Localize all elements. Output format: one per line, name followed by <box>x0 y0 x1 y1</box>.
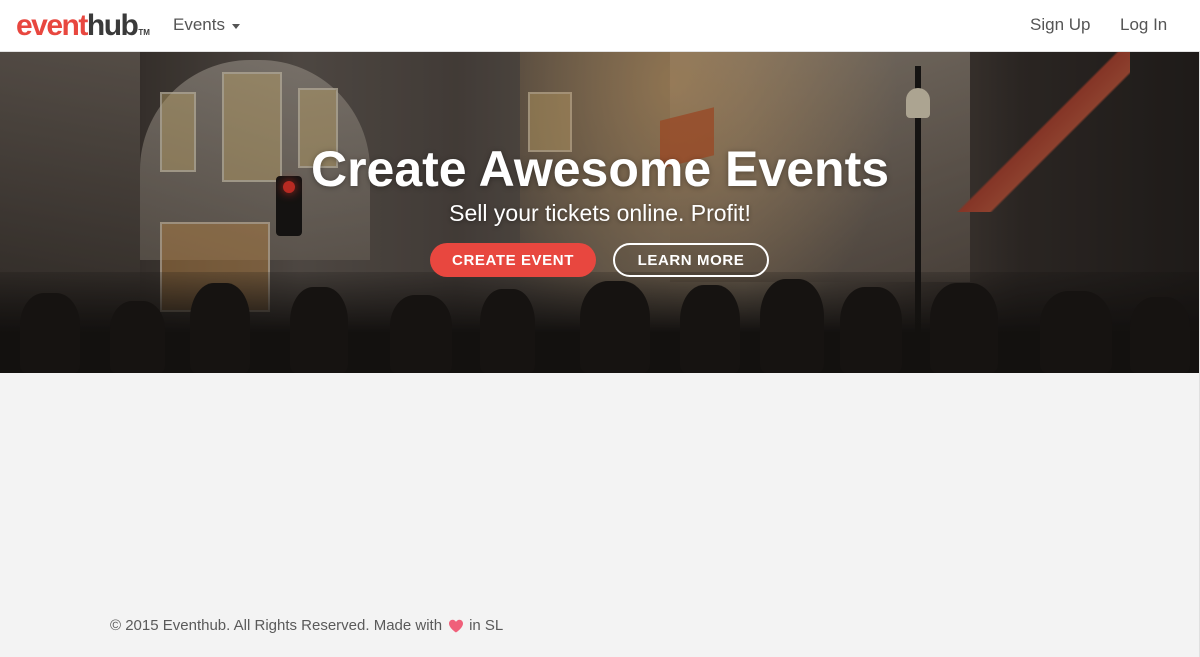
footer-copyright: © 2015 Eventhub. All Rights Reserved. Ma… <box>110 617 443 634</box>
learn-more-button[interactable]: LEARN MORE <box>613 243 769 277</box>
log-in-link[interactable]: Log In <box>1120 15 1167 35</box>
footer: © 2015 Eventhub. All Rights Reserved. Ma… <box>110 617 503 634</box>
logo-trademark: TM <box>138 28 150 37</box>
sign-up-link[interactable]: Sign Up <box>1030 15 1090 35</box>
events-dropdown[interactable]: Events <box>173 15 240 35</box>
hero-title: Create Awesome Events <box>310 141 890 197</box>
hero-subtitle: Sell your tickets online. Profit! <box>449 200 751 226</box>
events-dropdown-label: Events <box>173 15 225 34</box>
navbar: event hub TM Events Sign Up Log In <box>0 0 1200 52</box>
create-event-button[interactable]: CREATE EVENT <box>430 243 596 277</box>
hero-banner: Create Awesome Events Sell your tickets … <box>0 52 1200 373</box>
logo-event-text: event <box>16 9 88 42</box>
caret-down-icon <box>231 24 240 29</box>
heart-icon <box>448 619 464 633</box>
footer-location: in SL <box>469 617 504 634</box>
logo-hub-text: hub <box>86 9 139 42</box>
eventhub-logo[interactable]: event hub TM <box>16 8 150 44</box>
